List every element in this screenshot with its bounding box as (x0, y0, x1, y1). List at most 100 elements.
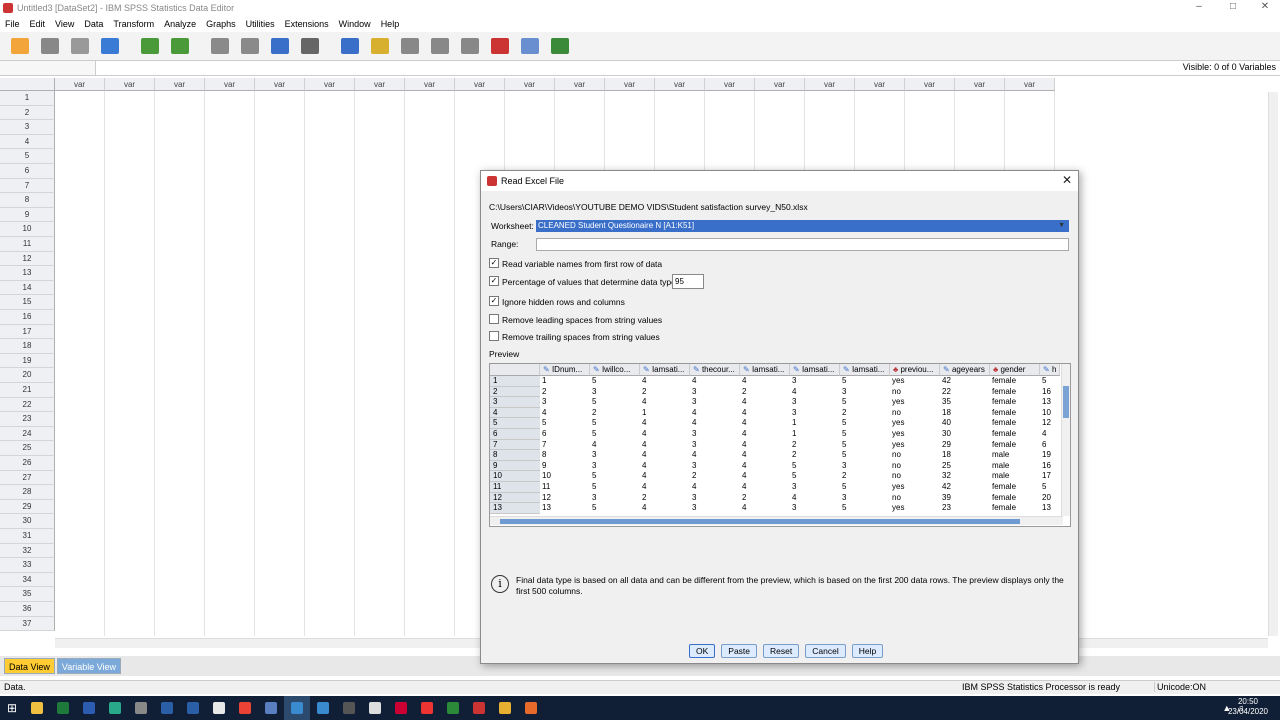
preview-column-header[interactable]: ✎ thecour... (690, 364, 740, 376)
row-header[interactable]: 14 (0, 280, 55, 296)
cancel-button[interactable]: Cancel (805, 644, 846, 658)
column-header-var[interactable]: var (255, 78, 305, 91)
grid-corner[interactable] (0, 78, 55, 91)
column-header-var[interactable]: var (655, 78, 705, 91)
row-header[interactable]: 3 (0, 120, 55, 135)
taskbar-app-icon[interactable] (154, 696, 180, 720)
preview-hscroll-thumb[interactable] (500, 519, 1020, 524)
row-header[interactable]: 26 (0, 456, 55, 471)
preview-column-header[interactable]: ✎ ageyears (940, 364, 990, 376)
row-header[interactable]: 12 (0, 251, 55, 267)
dialog-close-icon[interactable]: ✕ (1062, 173, 1072, 187)
column-header-var[interactable]: var (855, 78, 905, 91)
column-header-var[interactable]: var (955, 78, 1005, 91)
menu-transform[interactable]: Transform (108, 19, 159, 29)
row-header[interactable]: 1 (0, 91, 55, 106)
column-header-var[interactable]: var (705, 78, 755, 91)
preview-horizontal-scrollbar[interactable] (490, 516, 1063, 525)
taskbar-app-icon[interactable] (206, 696, 232, 720)
preview-column-header[interactable]: ✎ Iamsati... (840, 364, 890, 376)
column-header-var[interactable]: var (55, 78, 105, 91)
dialog-recall-icon[interactable] (98, 35, 122, 57)
preview-column-header[interactable]: ✎ Iamsati... (740, 364, 790, 376)
preview-column-header[interactable]: ✎ Iamsati... (790, 364, 840, 376)
taskbar-app-icon[interactable] (414, 696, 440, 720)
column-header-var[interactable]: var (555, 78, 605, 91)
preview-table[interactable]: ✎ IDnum... ✎ Iwillco... ✎ Iamsati... ✎ thec… (489, 363, 1071, 527)
reset-button[interactable]: Reset (763, 644, 800, 658)
close-window-button[interactable]: ✕ (1248, 0, 1280, 16)
taskbar-app-icon[interactable] (388, 696, 414, 720)
menu-analyze[interactable]: Analyze (159, 19, 201, 29)
select-cases-icon[interactable] (458, 35, 482, 57)
preview-column-header[interactable]: ♣ previou... (890, 364, 940, 376)
row-header[interactable]: 35 (0, 587, 55, 602)
preview-column-header[interactable]: ✎ Iwillco... (590, 364, 640, 376)
insert-variable-icon[interactable] (368, 35, 392, 57)
taskbar-app-icon[interactable] (50, 696, 76, 720)
row-header[interactable]: 31 (0, 529, 55, 544)
row-header[interactable]: 27 (0, 470, 55, 486)
windows-start-icon[interactable]: ⊞ (0, 696, 24, 720)
row-header[interactable]: 13 (0, 266, 55, 281)
show-all-icon[interactable] (548, 35, 572, 57)
taskbar-app-icon[interactable] (362, 696, 388, 720)
row-header[interactable]: 9 (0, 207, 55, 223)
row-header[interactable]: 16 (0, 310, 55, 325)
column-header-var[interactable]: var (805, 78, 855, 91)
row-header[interactable]: 18 (0, 339, 55, 354)
tab-data-view[interactable]: Data View (4, 658, 55, 674)
taskbar-app-icon[interactable] (258, 696, 284, 720)
insert-cases-icon[interactable] (338, 35, 362, 57)
menu-extensions[interactable]: Extensions (280, 19, 334, 29)
read-names-checkbox[interactable]: ✓ (489, 258, 499, 268)
taskbar-app-icon[interactable] (232, 696, 258, 720)
row-header[interactable]: 37 (0, 616, 55, 632)
worksheet-select[interactable]: CLEANED Student Questionaire N [A1:K51] … (536, 220, 1069, 232)
row-header[interactable]: 4 (0, 134, 55, 150)
use-sets-icon[interactable] (518, 35, 542, 57)
taskbar-app-icon[interactable] (102, 696, 128, 720)
row-header[interactable]: 22 (0, 397, 55, 413)
menu-file[interactable]: File (0, 19, 25, 29)
column-header-var[interactable]: var (505, 78, 555, 91)
menu-edit[interactable]: Edit (25, 19, 51, 29)
percentage-checkbox[interactable]: ✓ (489, 276, 499, 286)
row-header[interactable]: 34 (0, 572, 55, 588)
row-header[interactable]: 30 (0, 514, 55, 529)
percentage-input[interactable]: 95 (672, 274, 704, 289)
taskbar-clock[interactable]: 20:50 23/04/2020 (1228, 697, 1268, 717)
row-header[interactable]: 33 (0, 558, 55, 573)
taskbar-app-icon[interactable] (518, 696, 544, 720)
row-header[interactable]: 2 (0, 105, 55, 121)
row-header[interactable]: 19 (0, 353, 55, 369)
preview-vertical-scrollbar[interactable] (1061, 364, 1070, 516)
cell-reference-box[interactable] (0, 61, 96, 75)
taskbar-app-icon[interactable] (310, 696, 336, 720)
trailing-spaces-checkbox[interactable] (489, 331, 499, 341)
preview-column-header[interactable]: ♣ gender (990, 364, 1040, 376)
value-labels-icon[interactable] (488, 35, 512, 57)
menu-help[interactable]: Help (376, 19, 405, 29)
taskbar-app-icon[interactable] (284, 696, 310, 720)
menu-data[interactable]: Data (79, 19, 108, 29)
preview-column-header[interactable]: ✎ Iamsati... (640, 364, 690, 376)
menu-utilities[interactable]: Utilities (241, 19, 280, 29)
tab-variable-view[interactable]: Variable View (56, 658, 122, 674)
column-header-var[interactable]: var (905, 78, 955, 91)
vertical-scrollbar[interactable] (1268, 92, 1278, 636)
chevron-down-icon[interactable]: ▼ (1058, 220, 1065, 232)
ok-button[interactable]: OK (689, 644, 716, 658)
row-header[interactable]: 28 (0, 485, 55, 500)
column-header-var[interactable]: var (455, 78, 505, 91)
redo-icon[interactable] (168, 35, 192, 57)
preview-column-header[interactable]: ✎ IDnum... (540, 364, 590, 376)
row-header[interactable]: 21 (0, 383, 55, 398)
taskbar-app-icon[interactable] (24, 696, 50, 720)
column-header-var[interactable]: var (605, 78, 655, 91)
open-icon[interactable] (8, 35, 32, 57)
goto-variable-icon[interactable] (238, 35, 262, 57)
leading-spaces-checkbox[interactable] (489, 314, 499, 324)
row-header[interactable]: 24 (0, 426, 55, 442)
help-button[interactable]: Help (851, 644, 884, 658)
